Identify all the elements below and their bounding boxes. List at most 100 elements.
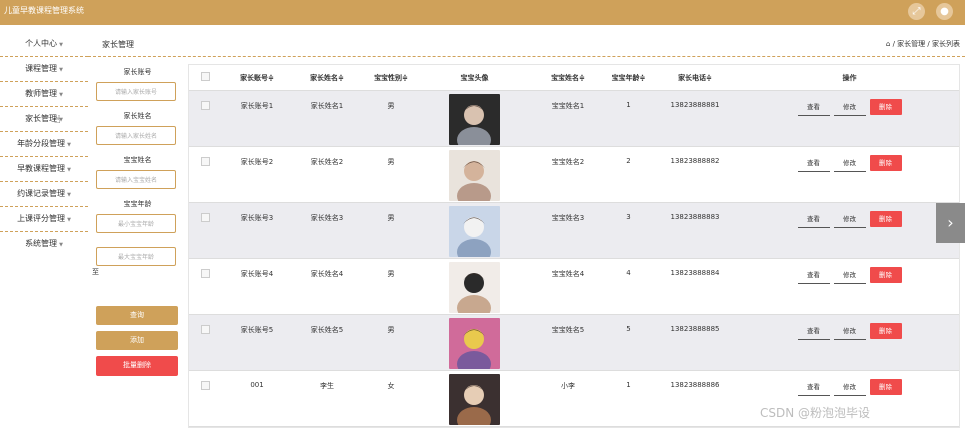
baby-name-input[interactable]: 请输入宝宝姓名 [96,170,176,189]
user-icon[interactable]: ● [936,3,953,20]
column-header[interactable]: 宝宝年龄≑ [607,65,650,91]
sidebar-item-age-group[interactable]: 年龄分段管理 ▼ [0,132,88,157]
account-cell: 家长账号3 [222,202,292,259]
row-checkbox[interactable] [201,381,210,390]
column-header[interactable]: 家长账号≑ [222,65,292,91]
table-header: 家长账号≑ 家长姓名≑ 宝宝性别≑ 宝宝头像 宝宝姓名≑ 宝宝年龄≑ 家长电话≑… [189,65,959,91]
view-button[interactable]: 查看 [797,212,830,228]
edit-button[interactable]: 修改 [833,212,866,228]
chevron-down-icon: ▼ [59,42,63,48]
sidebar-item-label: 系统管理 [25,239,58,248]
gender-cell: 男 [362,90,420,147]
edit-button[interactable]: 修改 [833,100,866,116]
sidebar-item-rating[interactable]: 上课评分管理 ▼ [0,207,88,232]
table-row[interactable]: 家长账号5 家长姓名5 男宝宝姓名5 5 13823888885 查看 修改 删除 [189,314,959,371]
account-cell: 001 [222,370,292,427]
sidebar-item-booking[interactable]: 约课记录管理 ▼ [0,182,88,207]
baby-name-label: 宝宝姓名 [123,156,152,164]
baby-name-cell: 小李 [529,370,607,427]
age-cell: 5 [607,314,650,371]
edit-button[interactable]: 修改 [833,380,866,396]
view-button[interactable]: 查看 [797,324,830,340]
age-min-input[interactable]: 最小宝宝年龄 [96,214,176,233]
baby-photo [449,374,500,425]
age-label: 宝宝年龄 [123,200,152,208]
name-cell: 李生 [292,370,362,427]
sidebar-item-label: 早教课程管理 [17,164,66,173]
baby-photo [449,262,500,313]
view-button[interactable]: 查看 [797,268,830,284]
home-icon[interactable]: ⌂ [886,40,890,48]
photo-cell [420,90,529,147]
edit-button[interactable]: 修改 [833,156,866,172]
batch-delete-button[interactable]: 批量删除 [96,356,178,376]
name-input[interactable]: 请输入家长姓名 [96,126,176,145]
chevron-down-icon: ▼ [67,192,71,198]
delete-button[interactable]: 删除 [869,155,902,171]
row-checkbox[interactable] [201,325,210,334]
sidebar-item-label: 教师管理 [25,89,58,98]
breadcrumb-bar: 家长管理 ⌂ / 家长管理 / 家长列表 [88,32,965,57]
age-cell: 2 [607,146,650,203]
sidebar-item-early-course[interactable]: 早教课程管理 ▼ [0,157,88,182]
row-checkbox[interactable] [201,157,210,166]
hand-cursor-icon: ☝ [54,113,61,126]
parent-table: 家长账号≑ 家长姓名≑ 宝宝性别≑ 宝宝头像 宝宝姓名≑ 宝宝年龄≑ 家长电话≑… [188,64,960,428]
baby-name-cell: 宝宝姓名2 [529,146,607,203]
table-row[interactable]: 家长账号2 家长姓名2 男宝宝姓名2 2 13823888882 查看 修改 删除 [189,146,959,203]
account-label: 家长账号 [123,68,152,76]
baby-name-cell: 宝宝姓名5 [529,314,607,371]
age-cell: 1 [607,370,650,427]
chevron-down-icon: ▼ [59,67,63,73]
delete-button[interactable]: 删除 [869,211,902,227]
search-button[interactable]: 查询 [96,306,178,325]
baby-photo [449,318,500,369]
breadcrumb-path: / 家长管理 / 家长列表 [892,40,960,48]
account-input[interactable]: 请输入家长账号 [96,82,176,101]
gender-cell: 男 [362,258,420,315]
row-checkbox[interactable] [201,101,210,110]
name-cell: 家长姓名5 [292,314,362,371]
table-row[interactable]: 家长账号1 家长姓名1 男宝宝姓名1 1 13823888881 查看 修改 删除 [189,90,959,147]
column-header: 宝宝头像 [420,65,529,91]
edit-button[interactable]: 修改 [833,324,866,340]
account-cell: 家长账号2 [222,146,292,203]
sidebar-item-label: 上课评分管理 [17,214,66,223]
delete-button[interactable]: 删除 [869,267,902,283]
column-header: 操作 [740,65,959,91]
column-header[interactable]: 宝宝性别≑ [362,65,420,91]
delete-button[interactable]: 删除 [869,379,902,395]
account-cell: 家长账号5 [222,314,292,371]
column-header[interactable]: 家长电话≑ [650,65,740,91]
select-all-checkbox[interactable] [201,72,210,81]
expand-icon[interactable]: ⤢ [908,3,925,20]
row-checkbox[interactable] [201,213,210,222]
photo-cell [420,370,529,427]
sidebar-item-personal-center[interactable]: 个人中心 ▼ [0,32,88,57]
edit-button[interactable]: 修改 [833,268,866,284]
sidebar-item-teacher[interactable]: 教师管理 ▼ [0,82,88,107]
app-title: 儿童早教课程管理系统 [4,6,84,15]
column-header[interactable]: 宝宝姓名≑ [529,65,607,91]
view-button[interactable]: 查看 [797,100,830,116]
age-cell: 3 [607,202,650,259]
photo-cell [420,146,529,203]
delete-button[interactable]: 删除 [869,323,902,339]
add-button[interactable]: 添加 [96,331,178,350]
account-cell: 家长账号4 [222,258,292,315]
sidebar-item-course[interactable]: 课程管理 ▼ [0,57,88,82]
delete-button[interactable]: 删除 [869,99,902,115]
column-header[interactable]: 家长姓名≑ [292,65,362,91]
sidebar-item-parent[interactable]: 家长管理 ▼ [0,107,88,132]
chevron-right-icon[interactable]: › [936,203,965,243]
table-row[interactable]: 家长账号3 家长姓名3 男宝宝姓名3 3 13823888883 查看 修改 删除 [189,202,959,259]
row-checkbox[interactable] [201,269,210,278]
phone-cell: 13823888882 [650,146,740,203]
row-checkbox-cell [189,90,222,147]
table-row[interactable]: 家长账号4 家长姓名4 男宝宝姓名4 4 13823888884 查看 修改 删除 [189,258,959,315]
view-button[interactable]: 查看 [797,380,830,396]
age-max-input[interactable]: 最大宝宝年龄 [96,247,176,266]
view-button[interactable]: 查看 [797,156,830,172]
sidebar-item-system[interactable]: 系统管理 ▼ [0,232,88,256]
range-to-label: 至 [92,268,99,276]
